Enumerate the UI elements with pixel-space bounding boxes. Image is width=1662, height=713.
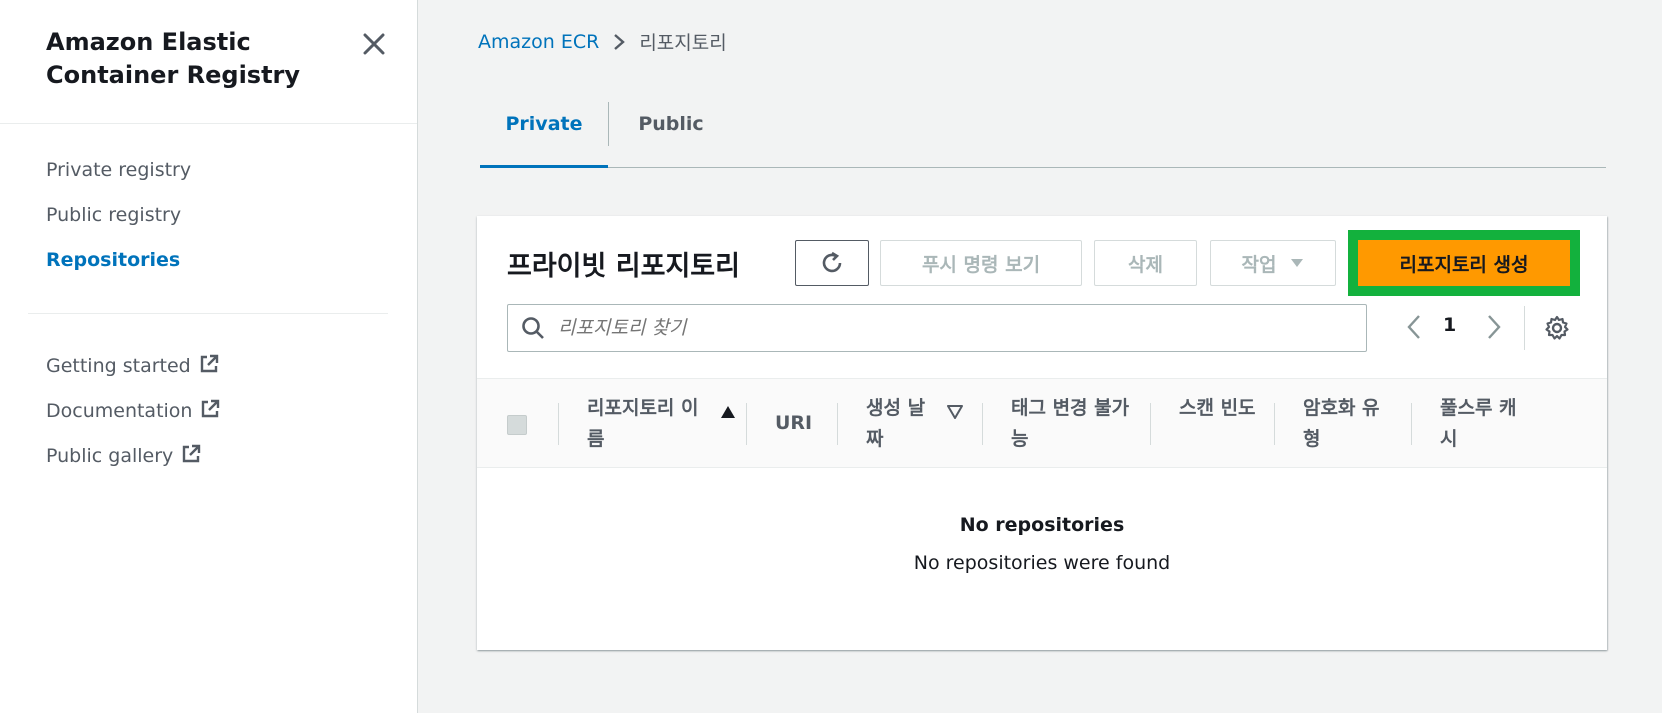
sidebar-item-public-registry[interactable]: Public registry (46, 197, 191, 242)
column-divider (837, 403, 838, 445)
search-field[interactable] (507, 304, 1367, 352)
column-divider (1274, 403, 1275, 445)
page-number[interactable]: 1 (1443, 314, 1456, 336)
pagination-divider (1524, 306, 1525, 350)
external-link-icon (202, 399, 220, 418)
sidebar-title: Amazon Elastic Container Registry (46, 28, 301, 89)
caret-down-icon (1291, 259, 1304, 267)
external-link-icon (183, 444, 201, 463)
breadcrumb-current: 리포지토리 (639, 32, 727, 54)
column-divider (746, 403, 747, 445)
refresh-icon (822, 251, 842, 273)
sidebar-link-label: Public gallery (46, 445, 174, 467)
sidebar-header: Amazon Elastic Container Registry (0, 0, 417, 124)
sidebar-nav: Private registry Public registry Reposit… (46, 152, 191, 287)
private-repositories-panel: 프라이빗 리포지토리 푸시 명령 보기 삭제 작업 리포지토리 생성 1 리포지… (477, 216, 1607, 650)
sidebar-link-documentation[interactable]: Documentation (46, 393, 220, 438)
breadcrumb-amazon-ecr[interactable]: Amazon ECR (478, 31, 599, 53)
sidebar-link-getting-started[interactable]: Getting started (46, 348, 220, 393)
empty-state-title: No repositories (959, 514, 1125, 536)
sidebar-external-links: Getting started Documentation Public gal… (46, 348, 220, 483)
search-icon (522, 317, 544, 339)
close-icon[interactable] (360, 30, 388, 58)
column-encryption-type[interactable]: 암호화 유형 (1303, 393, 1383, 455)
select-all-checkbox[interactable] (507, 415, 527, 435)
chevron-left-icon[interactable] (1405, 312, 1423, 342)
create-repository-highlight: 리포지토리 생성 (1348, 230, 1580, 296)
panel-title: 프라이빗 리포지토리 (507, 251, 740, 282)
sort-descending-icon[interactable] (947, 405, 963, 419)
chevron-right-icon[interactable] (1485, 312, 1503, 342)
create-repository-button[interactable]: 리포지토리 생성 (1358, 240, 1570, 286)
column-repository-name[interactable]: 리포지토리 이름 (587, 393, 707, 455)
refresh-button[interactable] (795, 240, 869, 286)
actions-label: 작업 (1241, 253, 1277, 276)
registry-tabs: Private Public (480, 102, 1606, 168)
column-divider (558, 403, 559, 445)
column-scan-frequency[interactable]: 스캔 빈도 (1179, 393, 1259, 424)
tab-private[interactable]: Private (480, 102, 608, 168)
gear-icon[interactable] (1543, 314, 1571, 342)
sort-ascending-icon[interactable] (720, 405, 736, 419)
tab-public[interactable]: Public (609, 102, 733, 168)
sidebar-item-private-registry[interactable]: Private registry (46, 152, 191, 197)
column-uri[interactable]: URI (775, 408, 812, 439)
sidebar-divider (28, 313, 388, 314)
sidebar-link-label: Documentation (46, 400, 193, 422)
sidebar-link-public-gallery[interactable]: Public gallery (46, 438, 220, 483)
column-pull-through-cache[interactable]: 풀스루 캐시 (1440, 393, 1520, 455)
column-divider (982, 403, 983, 445)
delete-button[interactable]: 삭제 (1094, 240, 1197, 286)
table-header: 리포지토리 이름 URI 생성 날짜 태그 변경 불가능 스캔 빈도 암호화 유… (477, 378, 1607, 468)
side-navigation: Amazon Elastic Container Registry Privat… (0, 0, 418, 713)
sidebar-item-repositories[interactable]: Repositories (46, 242, 191, 287)
view-push-commands-button[interactable]: 푸시 명령 보기 (880, 240, 1082, 286)
breadcrumb: Amazon ECR 리포지토리 (478, 28, 727, 55)
column-divider (1411, 403, 1412, 445)
sidebar-link-label: Getting started (46, 355, 191, 377)
actions-dropdown[interactable]: 작업 (1210, 240, 1336, 286)
column-created-at[interactable]: 생성 날짜 (866, 393, 936, 455)
chevron-right-icon (614, 33, 626, 50)
column-divider (1150, 403, 1151, 445)
external-link-icon (200, 354, 218, 373)
search-input[interactable] (558, 317, 1338, 339)
empty-state-message: No repositories were found (913, 552, 1171, 574)
column-tag-immutability[interactable]: 태그 변경 불가능 (1011, 393, 1141, 455)
